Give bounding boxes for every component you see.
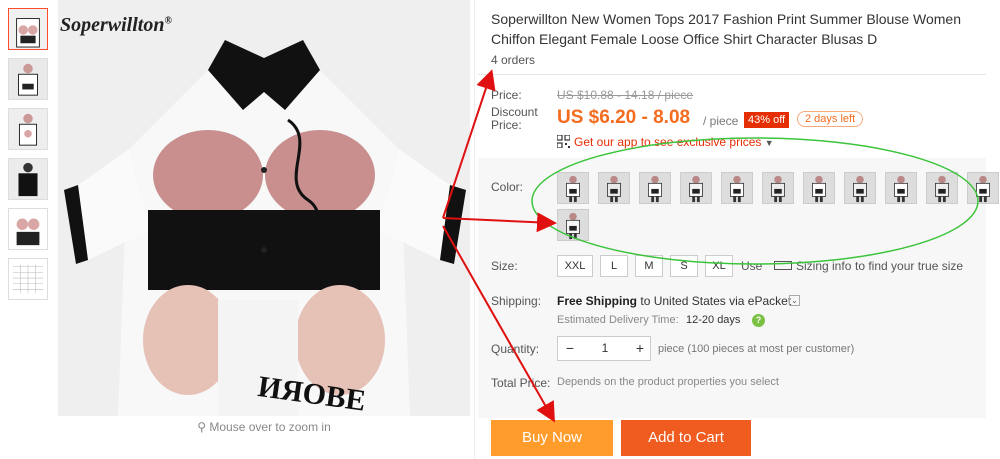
discount-badge: 43% off (744, 112, 790, 128)
brand-logo: Soperwillton® (60, 14, 172, 36)
size-option-s[interactable]: S (670, 255, 698, 277)
thumbnail-2[interactable] (8, 58, 48, 100)
find-size-text: to find your true size (855, 259, 964, 273)
size-option-xxl[interactable]: XXL (557, 255, 593, 277)
days-left-badge: 2 days left (797, 111, 864, 127)
color-swatch-4[interactable] (680, 172, 712, 204)
thumbnail-size-chart[interactable] (8, 258, 48, 300)
order-count: 4 orders (491, 53, 536, 67)
main-product-image[interactable]: ИЯОВЕ (58, 0, 470, 416)
discount-price-label: Discount Price: (491, 105, 538, 132)
color-swatch-7[interactable] (803, 172, 835, 204)
app-exclusive-link[interactable]: Get our app to see exclusive prices ▼ (574, 135, 774, 149)
buy-now-button[interactable]: Buy Now (491, 420, 613, 456)
quantity-stepper: − 1 + (557, 336, 651, 361)
product-title: Soperwillton New Women Tops 2017 Fashion… (491, 11, 961, 47)
qr-code-icon (557, 135, 570, 148)
quantity-note: piece (100 pieces at most per customer) (658, 343, 855, 355)
quantity-increase-button[interactable]: + (628, 337, 652, 360)
size-use-text: Use (741, 259, 763, 273)
color-swatch-1[interactable] (557, 172, 589, 204)
color-swatch-6[interactable] (762, 172, 794, 204)
total-price-label: Total Price: (491, 376, 551, 390)
thumbnail-4[interactable] (8, 158, 48, 200)
sizing-info-link[interactable]: Sizing info (796, 259, 851, 273)
price-label: Price: (491, 88, 522, 102)
zoom-hint: ⚲ Mouse over to zoom in (197, 420, 331, 434)
original-price: US $10.88 - 14.18 / piece (557, 88, 694, 102)
color-swatch-3[interactable] (639, 172, 671, 204)
shipping-carrier[interactable]: ePacket (748, 294, 791, 308)
color-swatch-10[interactable] (926, 172, 958, 204)
shipping-country[interactable]: United States (654, 294, 726, 308)
delivery-days: 12-20 days (686, 314, 741, 326)
color-swatch-2[interactable] (598, 172, 630, 204)
shipping-method: Free Shipping (557, 294, 638, 308)
color-swatch-8[interactable] (844, 172, 876, 204)
shipping-dropdown-icon[interactable]: ⌄ (789, 295, 800, 306)
color-label: Color: (491, 180, 524, 194)
thumbnail-3[interactable] (8, 108, 48, 150)
shipping-label: Shipping: (491, 294, 542, 308)
add-to-cart-button[interactable]: Add to Cart (621, 420, 751, 456)
delivery-label: Estimated Delivery Time: (557, 314, 679, 326)
search-icon: ⚲ (197, 420, 207, 434)
chevron-down-icon: ▼ (764, 138, 774, 148)
panel-divider (474, 0, 475, 459)
size-option-xl[interactable]: XL (705, 255, 733, 277)
size-option-m[interactable]: M (635, 255, 663, 277)
quantity-decrease-button[interactable]: − (558, 337, 582, 360)
shipping-info: Free Shipping to United States via ePack… (557, 294, 792, 308)
size-label: Size: (491, 259, 518, 273)
color-swatch-12[interactable] (557, 209, 589, 241)
discount-price: US $6.20 - 8.08 (557, 107, 691, 128)
help-icon[interactable]: ? (752, 314, 765, 327)
color-swatch-9[interactable] (885, 172, 917, 204)
ruler-icon (774, 261, 792, 270)
quantity-label: Quantity: (491, 342, 540, 356)
divider (478, 74, 986, 75)
quantity-input[interactable]: 1 (582, 337, 628, 360)
total-price-note: Depends on the product properties you se… (557, 376, 779, 388)
size-option-l[interactable]: L (600, 255, 628, 277)
thumbnail-5[interactable] (8, 208, 48, 250)
per-piece-label: / piece (703, 114, 739, 128)
color-swatch-11[interactable] (967, 172, 999, 204)
thumbnail-1[interactable] (8, 8, 48, 50)
color-swatch-5[interactable] (721, 172, 753, 204)
